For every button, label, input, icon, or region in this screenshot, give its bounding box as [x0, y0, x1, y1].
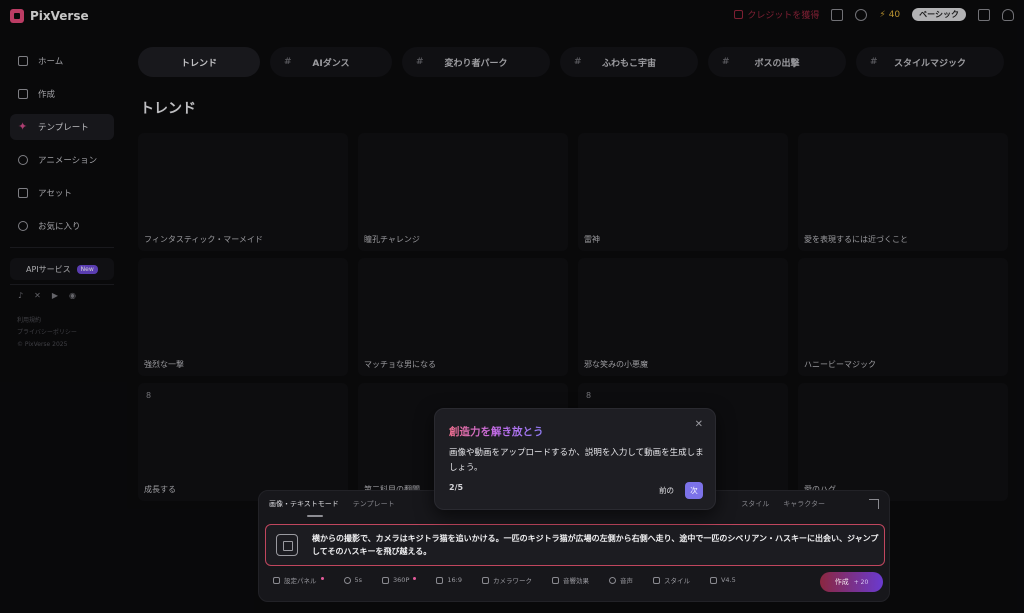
prompt-input[interactable]: 横からの撮影で、カメラはキジトラ猫を追いかける。一匹のキジトラ猫が広場の左側から… — [265, 524, 885, 566]
prompt-text[interactable]: 横からの撮影で、カメラはキジトラ猫を追いかける。一匹のキジトラ猫が広場の左側から… — [312, 532, 880, 558]
control-label: 音響効果 — [562, 577, 589, 585]
cube-icon — [709, 576, 717, 584]
resolution-button[interactable]: 360P — [382, 576, 417, 584]
next-button[interactable]: 次 — [685, 482, 703, 499]
clock-icon — [343, 576, 351, 584]
control-label: 16:9 — [447, 576, 462, 584]
voice-icon — [608, 576, 616, 584]
notification-dot — [320, 576, 324, 580]
control-label: V4.5 — [720, 576, 736, 584]
mode-tabs-right: スタイル キャラクター — [741, 499, 825, 509]
sliders-icon — [273, 576, 280, 584]
control-label: 音声 — [619, 577, 633, 585]
control-label: カメラワーク — [492, 577, 532, 585]
create-button[interactable]: 作成 + 20 — [820, 572, 883, 592]
step-counter: 2/5 — [449, 483, 464, 492]
tab-character[interactable]: キャラクター — [783, 499, 825, 509]
palette-icon — [652, 576, 660, 584]
control-label: 360P — [393, 576, 410, 584]
aspect-ratio-button[interactable]: 16:9 — [436, 576, 462, 584]
tooltip-body: 画像や動画をアップロードするか、説明を入力して動画を生成しましょう。 — [449, 448, 704, 473]
tab-image-text-mode[interactable]: 画像・テキストモード — [269, 499, 339, 509]
voice-button[interactable]: 音声 — [608, 575, 633, 585]
active-tab-indicator — [307, 515, 323, 517]
resolution-icon — [382, 576, 390, 584]
notification-dot — [413, 576, 417, 580]
duration-button[interactable]: 5s — [343, 576, 363, 584]
control-label: スタイル — [663, 577, 690, 585]
expand-icon[interactable] — [869, 499, 879, 509]
tab-style[interactable]: スタイル — [741, 499, 769, 509]
settings-panel-button[interactable]: 設定パネル — [273, 575, 324, 585]
image-upload-icon[interactable] — [276, 534, 298, 556]
style-button[interactable]: スタイル — [652, 575, 690, 585]
aspect-ratio-icon — [436, 576, 444, 584]
generation-controls: 設定パネル 5s 360P 16:9 カメラワーク 音響効果 音声 スタイル V… — [273, 575, 736, 585]
camera-icon — [481, 576, 489, 584]
mode-tabs: 画像・テキストモード テンプレート — [269, 499, 395, 509]
tooltip-title: 創造力を解き放とう — [449, 426, 544, 438]
control-label: 5s — [354, 576, 363, 584]
create-label: 作成 — [834, 578, 849, 586]
model-version-button[interactable]: V4.5 — [709, 576, 736, 584]
camera-work-button[interactable]: カメラワーク — [481, 575, 532, 585]
onboarding-tooltip: 創造力を解き放とう ✕ 画像や動画をアップロードするか、説明を入力して動画を生成… — [434, 408, 716, 510]
waveform-icon — [551, 576, 559, 584]
close-icon[interactable]: ✕ — [695, 419, 703, 430]
credit-cost: + 20 — [853, 578, 869, 586]
tab-template-mode[interactable]: テンプレート — [353, 499, 395, 509]
control-label: 設定パネル — [284, 577, 317, 585]
previous-button[interactable]: 前の — [659, 485, 674, 496]
sound-effects-button[interactable]: 音響効果 — [551, 575, 589, 585]
